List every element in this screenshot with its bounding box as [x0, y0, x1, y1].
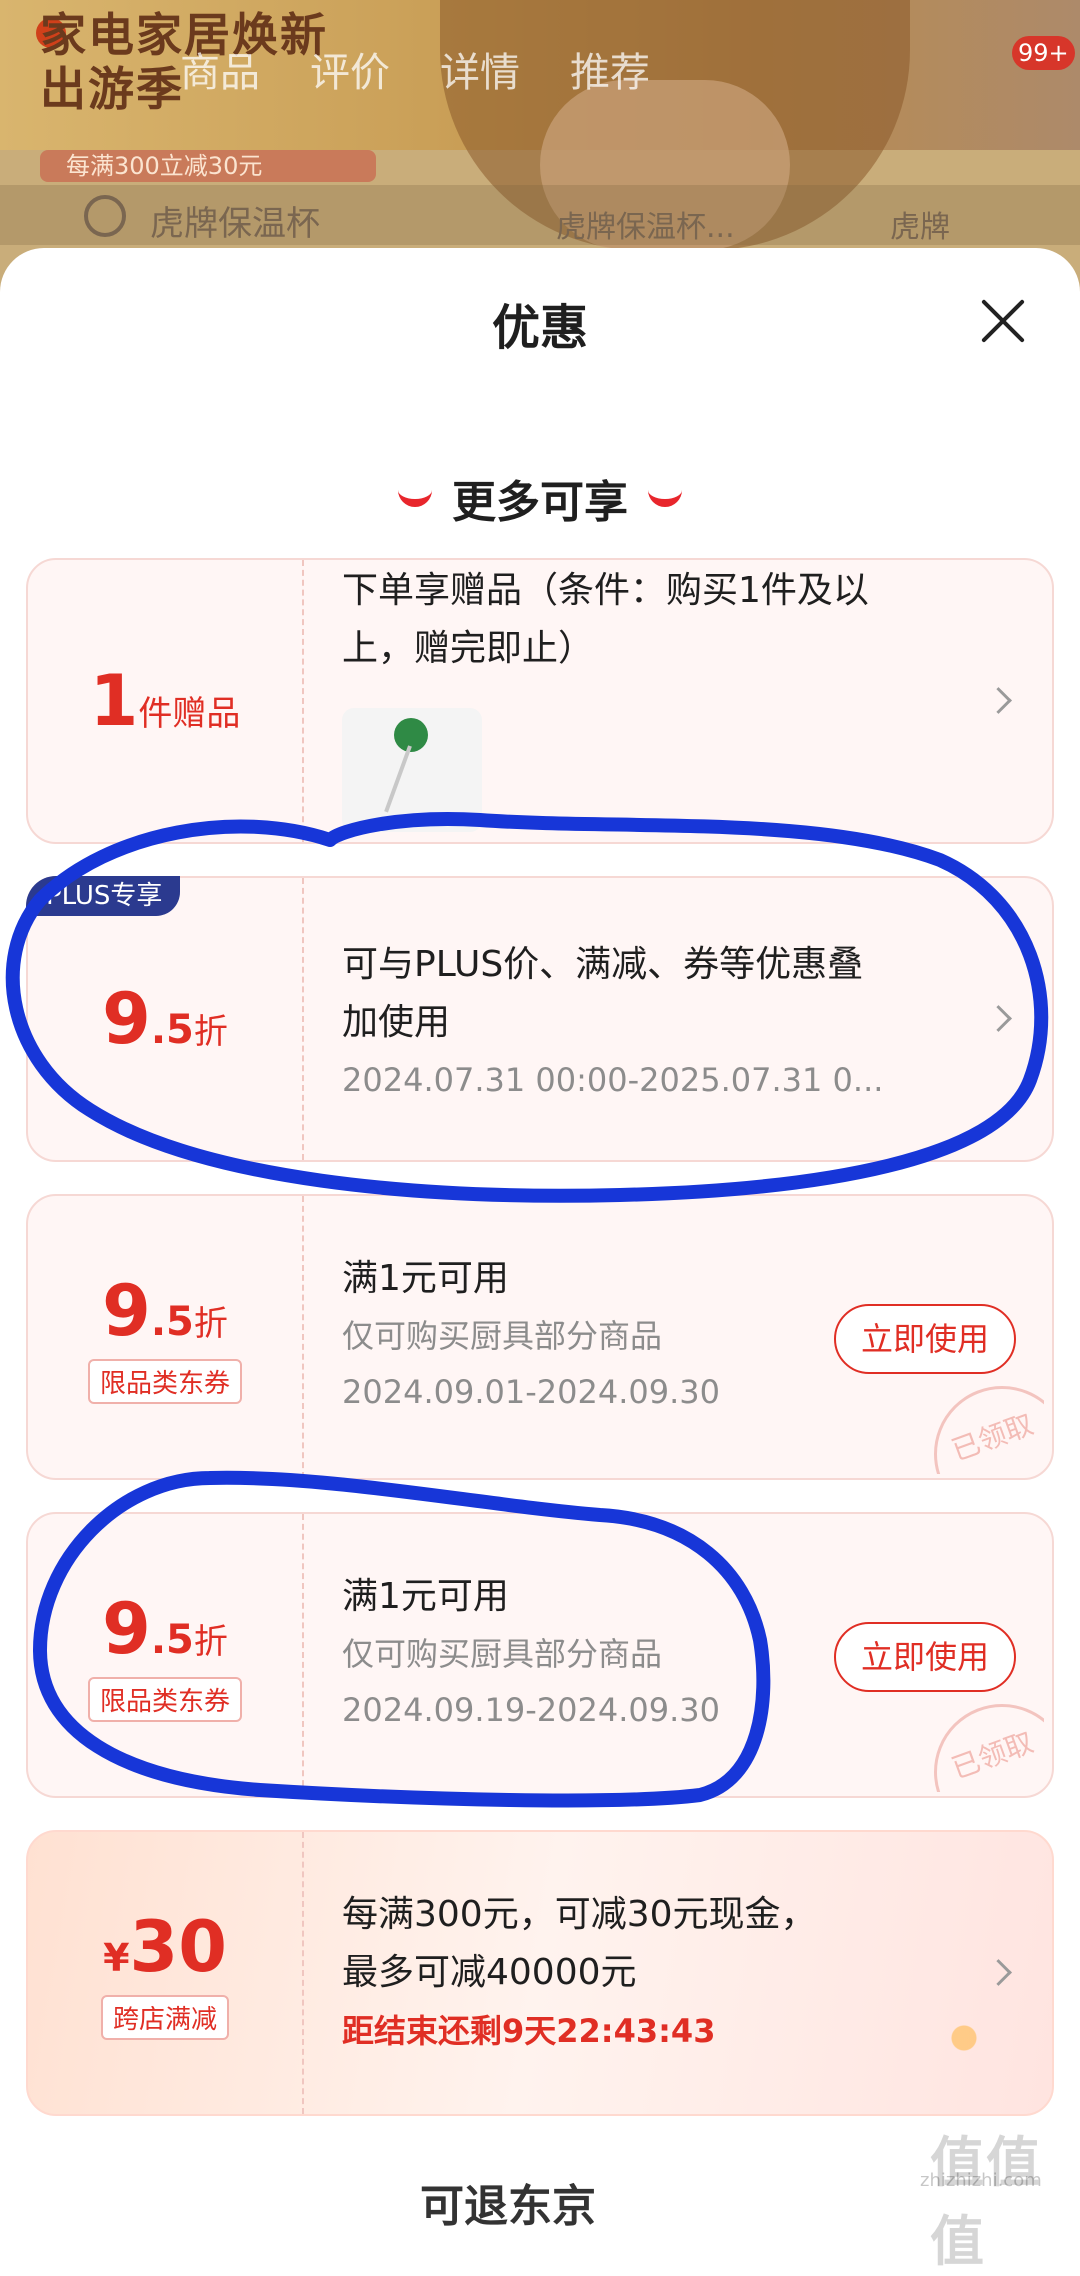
recommend-keyword[interactable]: 虎牌保温杯...: [556, 202, 735, 246]
plus-discount-card[interactable]: 9 .5 折 可与PLUS价、满减、券等优惠叠加使用 2024.07.31 00…: [26, 876, 1054, 1162]
claimed-stamp-icon: 已领取: [924, 1692, 1044, 1792]
coupon-card[interactable]: 9 .5 折 限品类东券 满1元可用 仅可购买厨具部分商品 2024.09.01…: [26, 1194, 1054, 1480]
coupon-card[interactable]: 9 .5 折 限品类东券 满1元可用 仅可购买厨具部分商品 2024.09.19…: [26, 1512, 1054, 1798]
gift-value: 1 件赠品: [28, 560, 302, 842]
plus-validity: 2024.07.31 00:00-2025.07.31 0...: [342, 1061, 884, 1099]
discount-amount: 30: [129, 1905, 227, 1988]
discount-sheet: 优惠 更多可享 1 件赠品 下单享赠品（条件：购买1件及以上，赠完即止） 9 .…: [0, 248, 1080, 2197]
claimed-stamp-icon: 已领取: [924, 1374, 1044, 1474]
smile-decor-icon: [398, 489, 432, 507]
coupon-type-tag: 限品类东券: [87, 1358, 242, 1404]
value-unit: 折: [193, 1012, 228, 1052]
watermark-logo: 值值值: [930, 2131, 1042, 2273]
sparkle-decor-icon: [924, 1998, 1004, 2078]
section-title: 更多可享: [452, 477, 628, 528]
tab-details[interactable]: 详情: [440, 40, 520, 98]
countdown-text: 距结束还剩9天22:43:43: [342, 2012, 716, 2050]
card-divider: [302, 878, 304, 1160]
gift-count: 1: [89, 660, 139, 742]
card-divider: [302, 1196, 304, 1478]
search-icon: [84, 195, 126, 237]
value-int: 9: [102, 1269, 151, 1352]
smile-decor-icon: [648, 489, 682, 507]
value-unit: 折: [193, 1303, 228, 1344]
cross-value: ¥ 30 跨店满减: [28, 1832, 302, 2114]
cross-line1: 每满300元，可减30元现金，: [342, 1894, 817, 1935]
use-now-button[interactable]: 立即使用: [834, 1304, 1016, 1374]
value-dec: .5: [150, 1007, 194, 1053]
close-icon[interactable]: [978, 296, 1028, 346]
value-dec: .5: [150, 1298, 194, 1345]
section-header: 更多可享: [0, 466, 1080, 530]
card-divider: [302, 560, 304, 842]
plus-description: 可与PLUS价、满减、券等优惠叠加使用: [342, 944, 864, 1043]
gift-description: 下单享赠品（条件：购买1件及以上，赠完即止）: [342, 570, 869, 669]
value-unit: 折: [193, 1621, 228, 1662]
value-dec: .5: [150, 1616, 194, 1663]
coupon-condition: 满1元可用: [342, 1258, 509, 1299]
coupon-value: 9 .5 折 限品类东券: [28, 1196, 302, 1478]
product-tabs: 商品 评价 详情 推荐: [180, 40, 650, 98]
plus-exclusive-badge: PLUS专享: [26, 876, 181, 916]
tab-goods[interactable]: 商品: [180, 40, 260, 98]
plus-value: 9 .5 折: [28, 878, 302, 1160]
value-int: 9: [102, 978, 151, 1060]
tab-recommend[interactable]: 推荐: [570, 40, 650, 98]
tab-reviews[interactable]: 评价: [310, 40, 390, 98]
currency-symbol: ¥: [103, 1935, 130, 1980]
gift-unit: 件赠品: [138, 694, 241, 734]
promo-strip: 每满300立减30元: [40, 150, 376, 182]
cross-store-discount-card[interactable]: ¥ 30 跨店满减 每满300元，可减30元现金， 最多可减40000元 距结束…: [26, 1830, 1054, 2116]
recommend-keyword[interactable]: 虎牌: [890, 202, 950, 246]
search-text: 虎牌保温杯: [150, 204, 320, 244]
card-divider: [302, 1514, 304, 1796]
discount-type-tag: 跨店满减: [100, 1994, 229, 2040]
watermark-url: zhizhizhi.com: [920, 2170, 1042, 2191]
gift-card[interactable]: 1 件赠品 下单享赠品（条件：购买1件及以上，赠完即止）: [26, 558, 1054, 844]
coupon-value: 9 .5 折 限品类东券: [28, 1514, 302, 1796]
sheet-title: 优惠: [491, 300, 588, 356]
cross-line2: 最多可减40000元: [342, 1952, 637, 1993]
cart-badge: 99+: [1012, 36, 1075, 70]
coupon-condition: 满1元可用: [342, 1576, 509, 1617]
next-section-title: 可退东京: [420, 2181, 596, 2232]
gift-item-icon: [394, 718, 428, 752]
gift-thumbnail[interactable]: [342, 708, 482, 832]
coupon-type-tag: 限品类东券: [87, 1676, 242, 1722]
value-int: 9: [102, 1587, 151, 1670]
use-now-button[interactable]: 立即使用: [834, 1622, 1016, 1692]
card-divider: [302, 1832, 304, 2114]
